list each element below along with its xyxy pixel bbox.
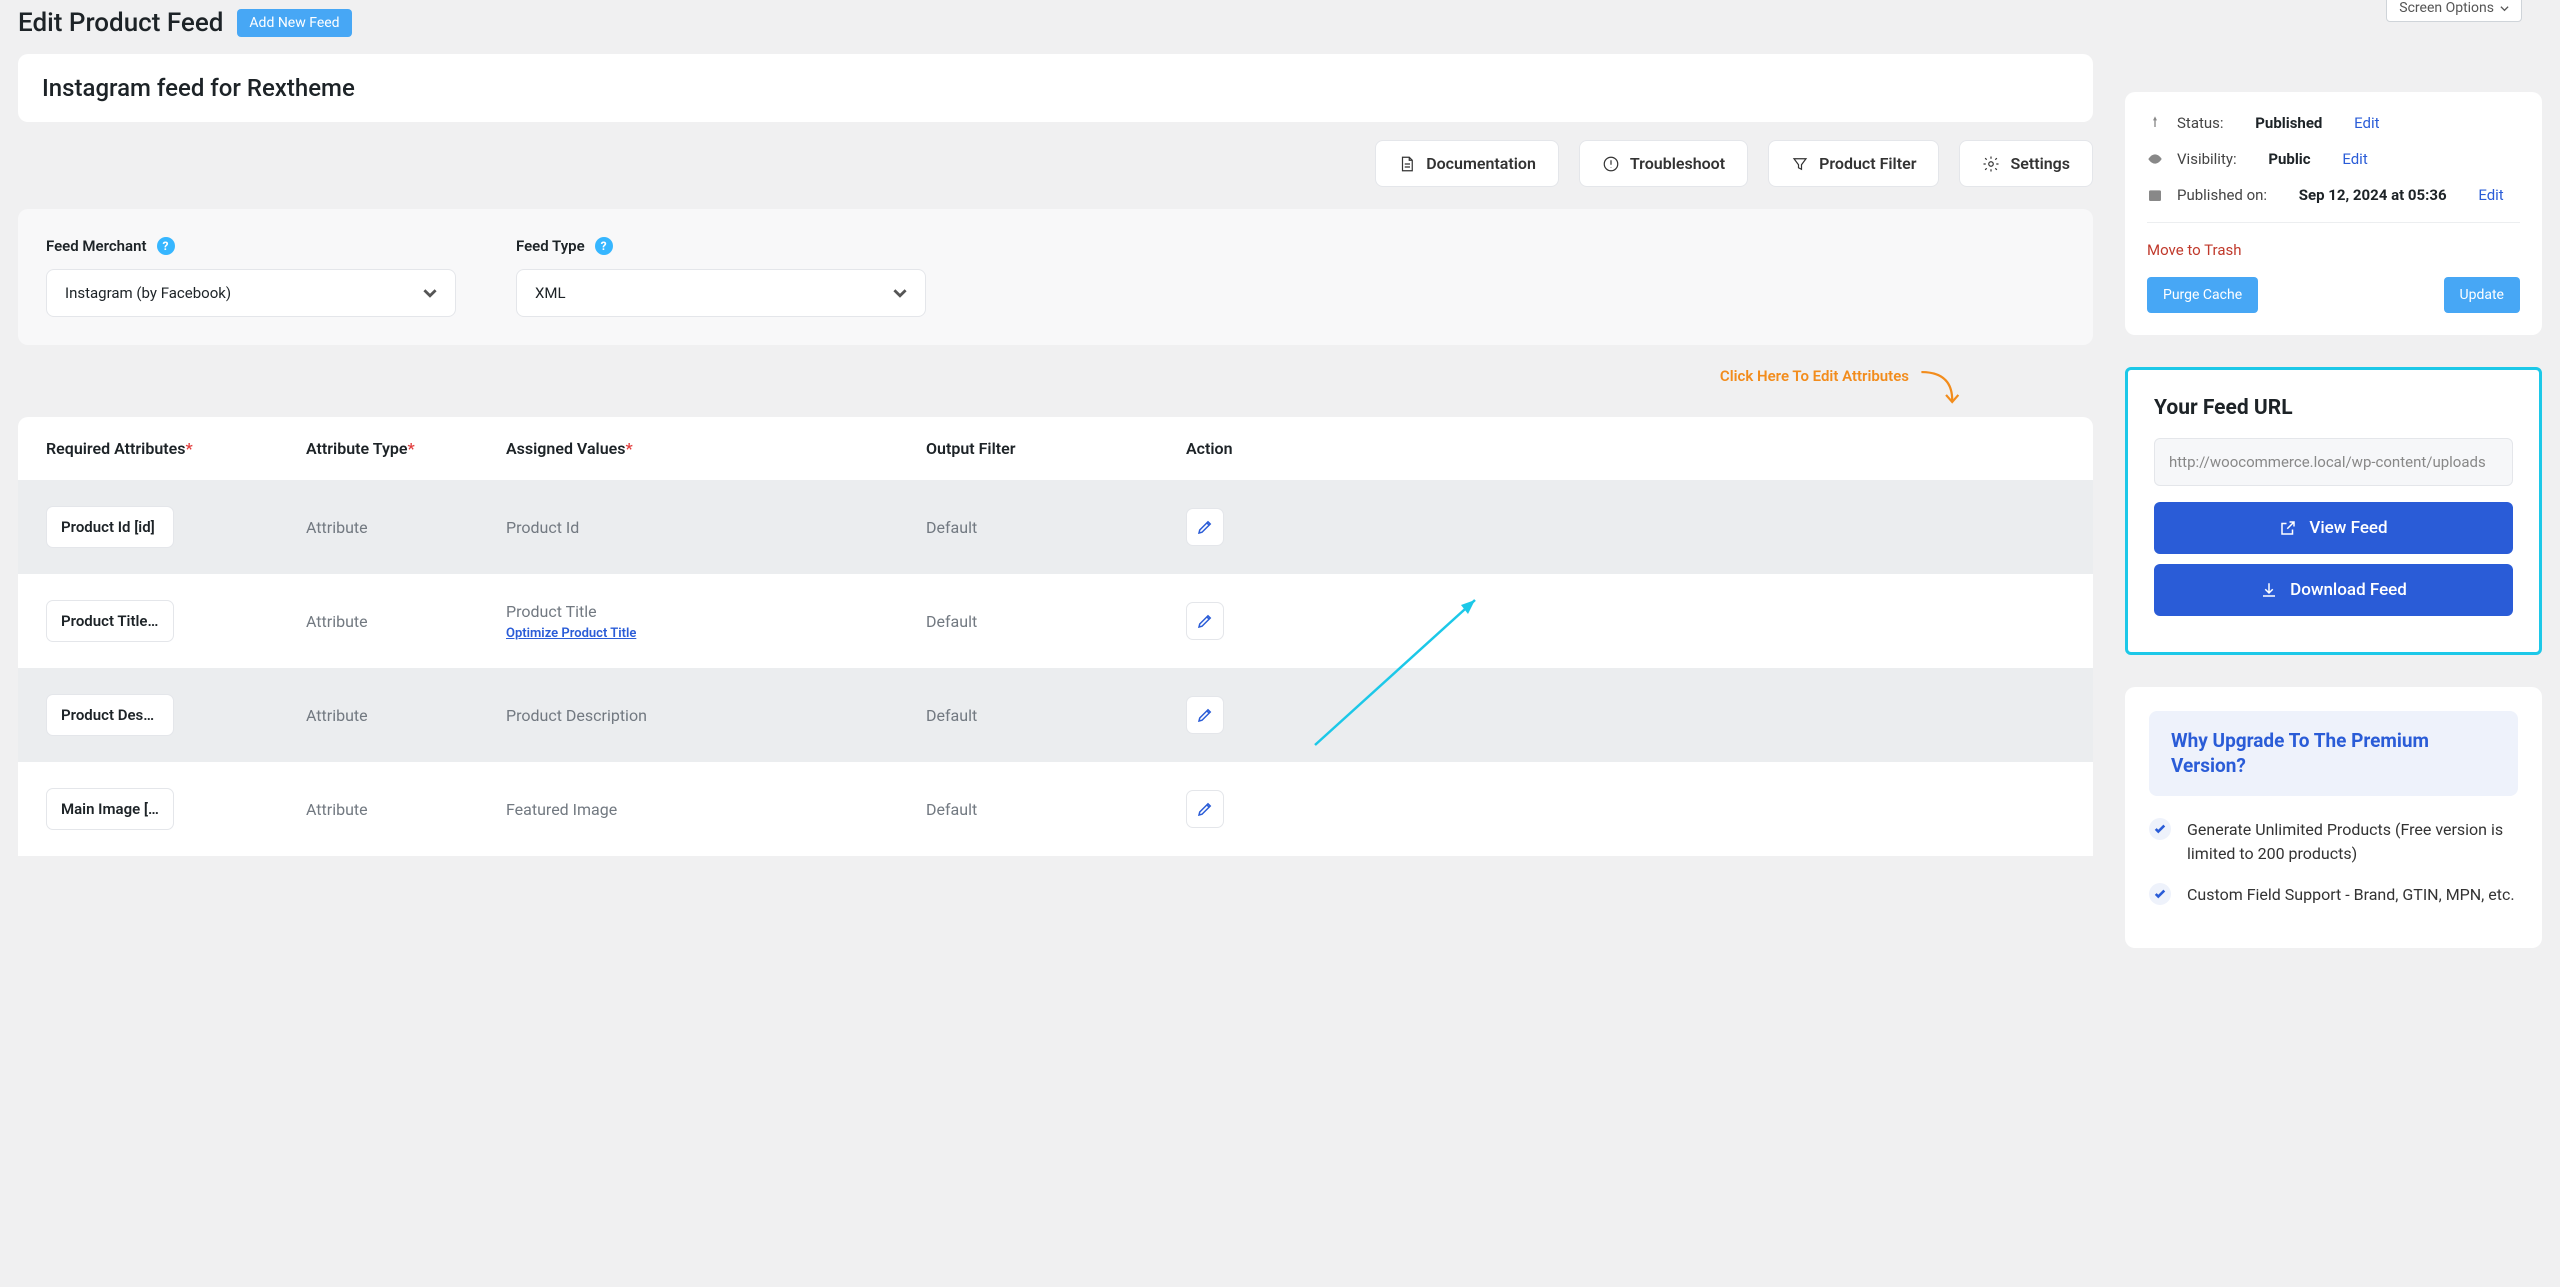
pencil-icon xyxy=(1196,518,1214,536)
edit-date-link[interactable]: Edit xyxy=(2478,186,2503,204)
upgrade-item: Generate Unlimited Products (Free versio… xyxy=(2149,818,2518,864)
external-link-icon xyxy=(2279,519,2297,537)
pin-icon xyxy=(2147,115,2163,131)
attribute-name-chip[interactable]: Product Title … xyxy=(46,600,174,642)
help-icon[interactable]: ? xyxy=(595,237,613,255)
upgrade-item: Custom Field Support - Brand, GTIN, MPN,… xyxy=(2149,883,2518,906)
attribute-type-value: Attribute xyxy=(306,612,506,631)
assigned-value: Product Id xyxy=(506,518,926,537)
attribute-name-chip[interactable]: Main Image [… xyxy=(46,788,174,830)
feed-type-value: XML xyxy=(535,284,566,302)
add-new-feed-button[interactable]: Add New Feed xyxy=(237,9,351,37)
edit-visibility-link[interactable]: Edit xyxy=(2342,150,2367,168)
documentation-label: Documentation xyxy=(1426,154,1536,173)
attribute-name-chip[interactable]: Product Id [id] xyxy=(46,506,174,548)
pencil-icon xyxy=(1196,706,1214,724)
troubleshoot-button[interactable]: Troubleshoot xyxy=(1579,140,1748,187)
merchant-card: Feed Merchant ? Instagram (by Facebook) … xyxy=(18,209,2093,345)
help-icon[interactable]: ? xyxy=(157,237,175,255)
upgrade-box: Why Upgrade To The Premium Version? Gene… xyxy=(2125,687,2542,948)
download-icon xyxy=(2260,581,2278,599)
feed-url-input[interactable]: http://woocommerce.local/wp-content/uplo… xyxy=(2154,438,2513,486)
feed-type-label: Feed Type ? xyxy=(516,237,926,255)
feed-type-select[interactable]: XML xyxy=(516,269,926,317)
col-required-attributes: Required Attributes* xyxy=(46,439,306,458)
table-row: Product Id [id] Attribute Product Id Def… xyxy=(18,480,2093,574)
attribute-type-value: Attribute xyxy=(306,518,506,537)
filter-icon xyxy=(1791,155,1809,173)
attribute-type-value: Attribute xyxy=(306,800,506,819)
download-feed-label: Download Feed xyxy=(2290,580,2407,600)
attribute-name-chip[interactable]: Product Desc… xyxy=(46,694,174,736)
col-action: Action xyxy=(1186,439,2065,458)
calendar-icon xyxy=(2147,187,2163,203)
output-filter-value: Default xyxy=(926,518,1186,537)
settings-button[interactable]: Settings xyxy=(1959,140,2093,187)
document-icon xyxy=(1398,155,1416,173)
feed-merchant-label: Feed Merchant ? xyxy=(46,237,456,255)
edit-row-button[interactable] xyxy=(1186,696,1224,734)
assigned-value: Product TitleOptimize Product Title xyxy=(506,602,926,641)
publish-date-row: Published on: Sep 12, 2024 at 05:36 Edit xyxy=(2147,186,2520,223)
product-filter-button[interactable]: Product Filter xyxy=(1768,140,1939,187)
edit-row-button[interactable] xyxy=(1186,602,1224,640)
col-output-filter: Output Filter xyxy=(926,439,1186,458)
attribute-type-value: Attribute xyxy=(306,706,506,725)
table-row: Main Image [… Attribute Featured Image D… xyxy=(18,762,2093,856)
publish-visibility-row: Visibility: Public Edit xyxy=(2147,150,2520,168)
table-row: Product Desc… Attribute Product Descript… xyxy=(18,668,2093,762)
troubleshoot-label: Troubleshoot xyxy=(1630,154,1725,173)
optimize-title-link[interactable]: Optimize Product Title xyxy=(506,626,926,641)
attributes-table: Required Attributes* Attribute Type* Ass… xyxy=(18,417,2093,856)
edit-row-button[interactable] xyxy=(1186,790,1224,828)
purge-cache-button[interactable]: Purge Cache xyxy=(2147,277,2258,313)
feed-url-title: Your Feed URL xyxy=(2154,396,2513,420)
alert-icon xyxy=(1602,155,1620,173)
col-attribute-type: Attribute Type* xyxy=(306,439,506,458)
chevron-down-icon xyxy=(893,286,907,300)
feed-merchant-value: Instagram (by Facebook) xyxy=(65,284,231,302)
documentation-button[interactable]: Documentation xyxy=(1375,140,1559,187)
edit-attributes-hint: Click Here To Edit Attributes xyxy=(18,367,2093,409)
chevron-down-icon xyxy=(423,286,437,300)
move-to-trash-link[interactable]: Move to Trash xyxy=(2147,241,2520,259)
page-title: Edit Product Feed xyxy=(18,8,223,38)
output-filter-value: Default xyxy=(926,706,1186,725)
pencil-icon xyxy=(1196,800,1214,818)
download-feed-button[interactable]: Download Feed xyxy=(2154,564,2513,616)
update-button[interactable]: Update xyxy=(2444,277,2520,313)
feed-merchant-select[interactable]: Instagram (by Facebook) xyxy=(46,269,456,317)
table-row: Product Title … Attribute Product TitleO… xyxy=(18,574,2093,668)
check-icon xyxy=(2149,883,2171,905)
assigned-value: Product Description xyxy=(506,706,926,725)
settings-label: Settings xyxy=(2010,154,2070,173)
eye-icon xyxy=(2147,151,2163,167)
publish-box: Status: Published Edit Visibility: Publi… xyxy=(2125,92,2542,335)
feed-title-input[interactable]: Instagram feed for Rextheme xyxy=(18,54,2093,122)
view-feed-button[interactable]: View Feed xyxy=(2154,502,2513,554)
screen-options-label: Screen Options xyxy=(2399,0,2494,16)
assigned-value: Featured Image xyxy=(506,800,926,819)
pencil-icon xyxy=(1196,612,1214,630)
gear-icon xyxy=(1982,155,2000,173)
col-assigned-values: Assigned Values* xyxy=(506,439,926,458)
publish-status-row: Status: Published Edit xyxy=(2147,114,2520,132)
view-feed-label: View Feed xyxy=(2309,518,2387,538)
edit-row-button[interactable] xyxy=(1186,508,1224,546)
chevron-down-icon xyxy=(2500,4,2509,13)
toolbar: Documentation Troubleshoot Product Filte… xyxy=(18,140,2093,187)
check-icon xyxy=(2149,818,2171,840)
feed-url-box: Your Feed URL http://woocommerce.local/w… xyxy=(2125,367,2542,655)
edit-status-link[interactable]: Edit xyxy=(2354,114,2379,132)
product-filter-label: Product Filter xyxy=(1819,154,1916,173)
upgrade-title: Why Upgrade To The Premium Version? xyxy=(2149,711,2518,796)
output-filter-value: Default xyxy=(926,612,1186,631)
screen-options-button[interactable]: Screen Options xyxy=(2386,0,2522,22)
output-filter-value: Default xyxy=(926,800,1186,819)
curved-arrow-icon xyxy=(1917,365,1961,409)
